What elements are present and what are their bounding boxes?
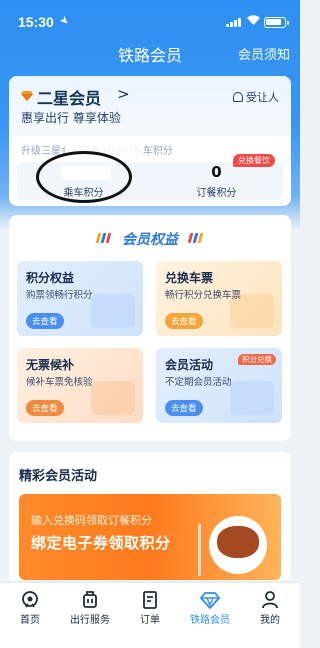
benefit-tile-points[interactable]: 积分权益 购票领畅行积分 去查看 (17, 261, 143, 336)
tile-subtitle: 候补车票免核验 (26, 377, 93, 388)
tab-travel-services[interactable]: 出行服务 (60, 583, 120, 648)
gem-icon (21, 91, 33, 101)
cellular-signal-icon (226, 17, 242, 27)
tab-orders[interactable]: 订单 (120, 583, 180, 648)
member-level[interactable]: 二星会员 (37, 85, 101, 109)
view-button[interactable]: 去查看 (165, 400, 203, 416)
benefit-tile-waitlist[interactable]: 无票候补 候补车票免核验 去查看 (17, 348, 143, 423)
nav-bar: 铁路会员 会员须知 (0, 38, 300, 68)
fork-icon (198, 524, 201, 576)
points-exchange-tag: 积分兑换 (238, 354, 276, 365)
activities-title: 精彩会员活动 (19, 469, 98, 484)
tab-home[interactable]: 首页 (0, 583, 60, 648)
tile-title: 兑换车票 (165, 271, 214, 285)
hourglass-illustration (91, 381, 135, 415)
benefits-title: 会员权益 (122, 232, 178, 248)
tile-subtitle: 购票领畅行积分 (26, 290, 93, 301)
meal-exchange-badge[interactable]: 兑换餐饮 (233, 154, 275, 167)
activities-section: 精彩会员活动 输入兑换码领取订餐积分 绑定电子券领取积分 (9, 452, 291, 580)
wifi-icon (246, 14, 261, 29)
banner-title: 绑定电子券领取积分 (31, 534, 171, 552)
tab-label: 首页 (20, 615, 40, 626)
benefits-section: 会员权益 积分权益 购票领畅行积分 去查看 兑换车票 畅行积分兑换车票 去查看 … (9, 215, 291, 441)
activity-banner[interactable]: 输入兑换码领取订餐积分 绑定电子券领取积分 (19, 494, 281, 580)
view-button[interactable]: 去查看 (26, 313, 64, 329)
luggage-icon (83, 591, 97, 608)
benefit-tile-activities[interactable]: 积分兑换 会员活动 不定期会员活动 去查看 (156, 348, 282, 423)
banner-subtitle: 输入兑换码领取订餐积分 (31, 514, 152, 527)
chevron-right-icon[interactable]: > (117, 85, 130, 103)
tile-title: 会员活动 (165, 358, 214, 372)
status-bar: 15:30 ➤ (0, 0, 300, 36)
beneficiary-button[interactable]: 受让人 (233, 89, 279, 105)
tab-label: 铁路会员 (190, 615, 230, 626)
tab-label: 我的 (260, 615, 280, 626)
train-icon (22, 591, 38, 608)
annotation-circle (36, 151, 132, 203)
location-arrow-icon: ➤ (56, 13, 72, 29)
view-button[interactable]: 去查看 (165, 313, 203, 329)
order-icon (143, 591, 157, 609)
diamond-icon (200, 592, 220, 609)
coin-illustration (91, 294, 135, 328)
person-icon (233, 92, 243, 102)
view-button[interactable]: 去查看 (26, 400, 64, 416)
benefit-tile-exchange-ticket[interactable]: 兑换车票 畅行积分兑换车票 去查看 (156, 261, 282, 336)
meal-points-label[interactable]: 订餐积分 (150, 184, 283, 199)
tile-subtitle: 不定期会员活动 (165, 377, 232, 388)
beneficiary-label: 受让人 (246, 91, 279, 104)
tab-railway-member[interactable]: 铁路会员 (180, 583, 240, 648)
tile-title: 积分权益 (26, 271, 75, 285)
user-icon (262, 591, 278, 609)
tile-subtitle: 畅行积分兑换车票 (165, 290, 242, 301)
tab-label: 出行服务 (70, 615, 110, 626)
gift-illustration (230, 381, 274, 415)
tab-bar: 首页 出行服务 订单 铁路会员 我的 (0, 582, 300, 648)
status-time: 15:30 (18, 14, 54, 30)
tab-mine[interactable]: 我的 (240, 583, 300, 648)
battery-icon (264, 17, 289, 28)
member-notice-link[interactable]: 会员须知 (238, 44, 290, 63)
member-tagline: 惠享出行 尊享体验 (21, 111, 121, 125)
tile-title: 无票候补 (26, 358, 75, 372)
steak-illustration (217, 526, 259, 558)
tab-label: 订单 (140, 615, 160, 626)
